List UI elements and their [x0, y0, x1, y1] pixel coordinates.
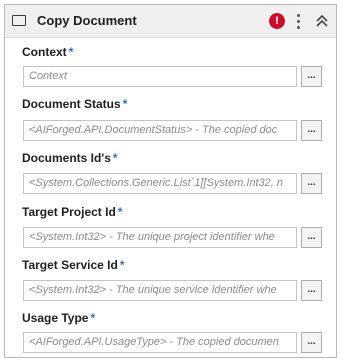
- documents-ids-browse-button[interactable]: ...: [301, 173, 322, 194]
- document-status-browse-button[interactable]: ...: [301, 120, 322, 141]
- field-label-text: Documents Id's: [22, 151, 111, 165]
- document-status-input[interactable]: <AIForged.API.DocumentStatus> - The copi…: [23, 120, 297, 141]
- required-marker: *: [117, 205, 123, 219]
- documents-ids-label: Documents Id's *: [22, 151, 118, 165]
- target-service-id-label: Target Service Id *: [22, 258, 125, 272]
- usage-type-label: Usage Type *: [22, 311, 95, 325]
- document-status-label: Document Status *: [22, 97, 127, 111]
- context-label: Context *: [22, 45, 73, 59]
- kebab-menu-icon[interactable]: [294, 11, 304, 31]
- target-project-id-input[interactable]: <System.Int32> - The unique project iden…: [23, 227, 297, 248]
- context-input[interactable]: Context: [23, 66, 297, 87]
- window-icon: [12, 15, 26, 26]
- usage-type-browse-button[interactable]: ...: [301, 332, 322, 353]
- required-marker: *: [112, 151, 118, 165]
- target-service-id-browse-button[interactable]: ...: [301, 280, 322, 301]
- field-label-text: Target Service Id: [22, 258, 118, 272]
- required-marker: *: [122, 97, 128, 111]
- field-label-text: Document Status: [22, 97, 121, 111]
- field-label-text: Target Project Id: [22, 205, 116, 219]
- documents-ids-input[interactable]: <System.Collections.Generic.List`1[[Syst…: [23, 173, 297, 194]
- context-browse-button[interactable]: ...: [301, 66, 322, 87]
- target-project-id-label: Target Project Id *: [22, 205, 122, 219]
- target-project-id-browse-button[interactable]: ...: [301, 227, 322, 248]
- field-label-text: Usage Type: [22, 311, 89, 325]
- activity-header: Copy Document !: [5, 5, 336, 38]
- double-chevron-up-icon[interactable]: [314, 12, 330, 30]
- required-marker: *: [119, 258, 125, 272]
- required-marker: *: [68, 45, 74, 59]
- copy-document-activity: Copy Document ! Context * Context ... Doc…: [4, 4, 337, 358]
- field-label-text: Context: [22, 45, 67, 59]
- error-icon[interactable]: !: [269, 13, 285, 29]
- activity-title: Copy Document: [37, 13, 137, 28]
- usage-type-input[interactable]: <AIForged.API.UsageType> - The copied do…: [23, 332, 297, 353]
- required-marker: *: [90, 311, 96, 325]
- target-service-id-input[interactable]: <System.Int32> - The unique service iden…: [23, 280, 297, 301]
